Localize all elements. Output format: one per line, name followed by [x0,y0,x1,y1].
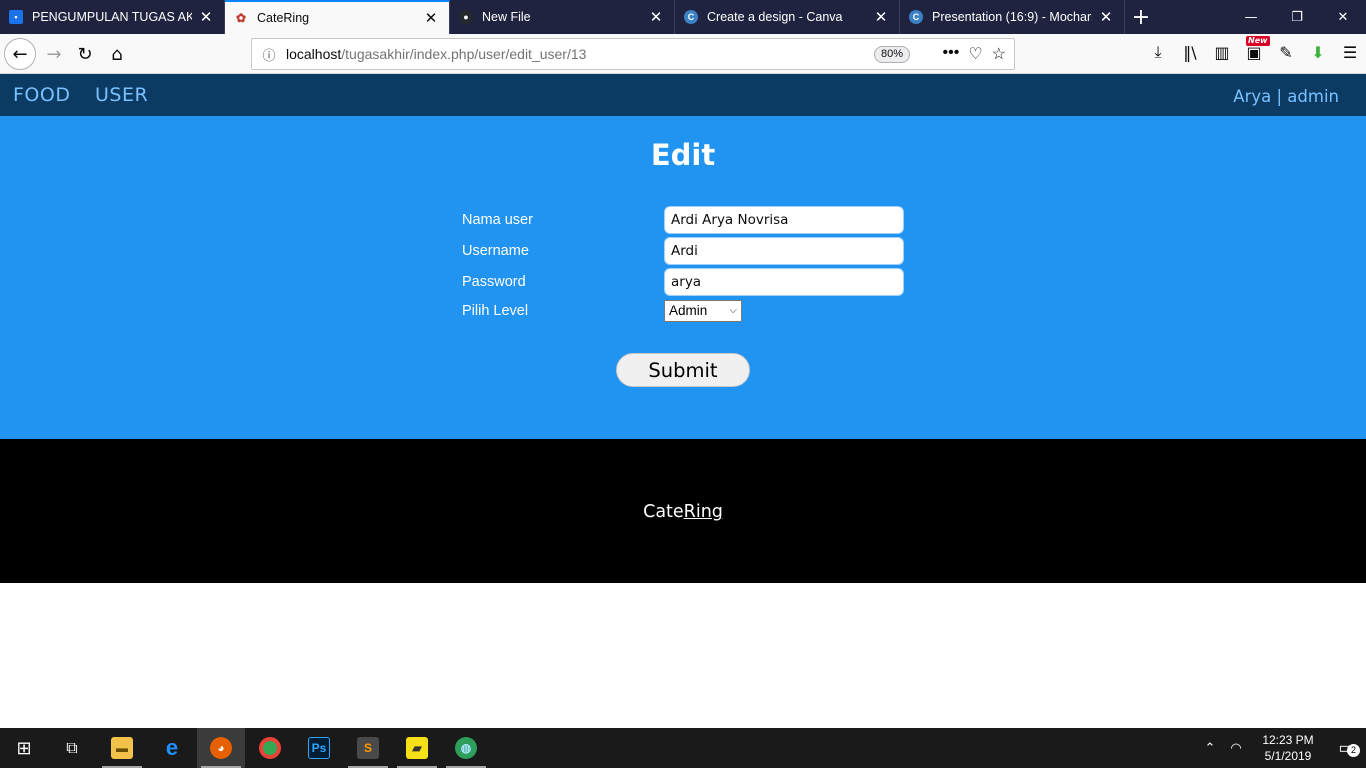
level-select[interactable]: Admin ⌵ [664,300,742,322]
classroom-icon: ▪ [9,10,23,24]
bookmark-star-icon[interactable]: ☆ [992,44,1006,64]
catering-favicon-icon: ✿ [234,11,248,25]
taskbar-firefox[interactable]: ◕ [197,728,245,768]
chevron-down-icon: ⌵ [729,305,737,316]
file-explorer-icon: ▬ [111,737,133,759]
tab-canva-design[interactable]: C Create a design - Canva ✕ [675,0,900,34]
taskbar-chrome[interactable] [246,728,294,768]
notification-count: 2 [1347,744,1360,757]
minimize-icon[interactable]: — [1228,0,1274,34]
close-icon[interactable]: ✕ [873,8,889,26]
restore-icon[interactable]: ❐ [1274,0,1320,34]
taskbar-edge[interactable]: e [148,728,196,768]
password-label: Password [462,274,526,290]
tab-title: Create a design - Canva [707,10,843,24]
close-icon[interactable]: ✕ [1098,8,1114,26]
taskbar-photoshop[interactable]: Ps [295,728,343,768]
new-badge: New [1246,35,1270,46]
menu-icon[interactable]: ☰ [1340,43,1360,62]
url-bar[interactable]: ⓘ localhost/tugasakhir/index.php/user/ed… [251,38,1015,70]
toolbar-icons: ⤓ ‖\ ▥ ▣ New ✎ ⬇ ☰ [1148,35,1360,62]
info-icon[interactable]: ⓘ [256,45,282,64]
system-tray: ⌃ ◠ 12:23 PM 5/1/2019 ▭ 2 [1198,728,1366,768]
close-window-icon[interactable]: ✕ [1320,0,1366,34]
url-host: localhost [286,46,342,62]
home-icon[interactable]: ⌂ [101,38,133,70]
chevron-up-icon[interactable]: ⌃ [1198,740,1222,756]
taskbar-sublime[interactable]: S [344,728,392,768]
firefox-icon: ◕ [210,737,232,759]
photoshop-icon: Ps [308,737,330,759]
download-icon[interactable]: ⤓ [1148,42,1168,62]
download-arrow-icon[interactable]: ⬇ [1308,43,1328,62]
nama-user-label: Nama user [462,212,533,228]
clock-date: 5/1/2019 [1264,749,1312,763]
windows-icon: ⊞ [16,737,32,759]
task-view-icon: ⧉ [66,738,78,757]
tab-new-file[interactable]: ● New File ✕ [450,0,675,34]
submit-button[interactable]: Submit [616,353,750,387]
taskbar-sticky-notes[interactable]: ▰ [393,728,441,768]
extension-icon[interactable]: ▣ New [1244,35,1270,62]
browser-tab-strip: ▪ PENGUMPULAN TUGAS AKHIR ✕ ✿ CateRing ✕… [0,0,1366,34]
url-path: /tugasakhir/index.php/user/edit_user/13 [341,46,587,62]
windows-taskbar: ⊞ ⧉ ▬ e ◕ Ps S ▰ ◍ ⌃ ◠ 12:23 PM 5/1/2019… [0,728,1366,768]
footer-brand: CateRing [0,502,1366,522]
pocket-icon[interactable]: ♡ [968,44,982,64]
tab-presentation[interactable]: C Presentation (16:9) - Mocharint ✕ [900,0,1125,34]
tab-title: CateRing [257,11,310,25]
github-icon: ● [459,10,473,24]
tab-title: New File [482,10,531,24]
canva-icon: C [684,10,698,24]
nav-food[interactable]: FOOD [13,84,70,106]
page-actions-icon[interactable]: ••• [943,44,960,64]
brand-part-1: Cate [643,502,684,522]
network-icon[interactable]: ◠ [1222,740,1250,756]
brand-part-2[interactable]: Ring [684,502,723,522]
level-selected-value: Admin [669,303,708,318]
nama-user-input[interactable] [664,206,904,234]
task-view-button[interactable]: ⧉ [48,728,96,768]
tab-title: PENGUMPULAN TUGAS AKHIR [32,10,192,24]
tab-catering[interactable]: ✿ CateRing ✕ [225,0,450,34]
globe-app-icon: ◍ [455,737,477,759]
username-input[interactable] [664,237,904,265]
password-input[interactable] [664,268,904,296]
sidebar-icon[interactable]: ▥ [1212,43,1232,62]
tab-pengumpulan[interactable]: ▪ PENGUMPULAN TUGAS AKHIR ✕ [0,0,225,34]
clock-time: 12:23 PM [1262,733,1314,747]
sticky-notes-icon: ▰ [406,737,428,759]
close-icon[interactable]: ✕ [423,9,439,27]
zoom-level[interactable]: 80% [873,46,910,63]
sublime-icon: S [357,737,379,759]
canva-icon: C [909,10,923,24]
taskbar-file-explorer[interactable]: ▬ [98,728,146,768]
site-header: FOOD USER Arya | admin [0,74,1366,116]
eyedropper-icon[interactable]: ✎ [1276,43,1296,62]
nav-user[interactable]: USER [95,84,148,106]
close-icon[interactable]: ✕ [198,8,214,26]
user-info: Arya | admin [1233,87,1339,106]
edit-section: Edit Nama user Username Password Pilih L… [0,116,1366,439]
edge-icon: e [165,735,179,760]
site-footer: CateRing [0,439,1366,583]
username-label: Username [462,243,529,259]
new-tab-button[interactable]: + [1125,0,1157,34]
back-icon[interactable]: ← [4,38,36,70]
forward-icon[interactable]: → [38,38,70,70]
library-icon[interactable]: ‖\ [1180,43,1200,62]
taskbar-globe-app[interactable]: ◍ [442,728,490,768]
close-icon[interactable]: ✕ [648,8,664,26]
notification-center-icon[interactable]: ▭ 2 [1326,738,1366,758]
browser-navbar: ← → ↻ ⌂ ⓘ localhost/tugasakhir/index.php… [0,34,1366,74]
start-button[interactable]: ⊞ [0,728,48,768]
window-controls: — ❐ ✕ [1228,0,1366,34]
chrome-icon [259,737,281,759]
reload-icon[interactable]: ↻ [69,38,101,70]
level-label: Pilih Level [462,303,529,319]
tab-title: Presentation (16:9) - Mocharint [932,10,1092,24]
page-title: Edit [650,138,716,172]
clock[interactable]: 12:23 PM 5/1/2019 [1250,732,1326,764]
